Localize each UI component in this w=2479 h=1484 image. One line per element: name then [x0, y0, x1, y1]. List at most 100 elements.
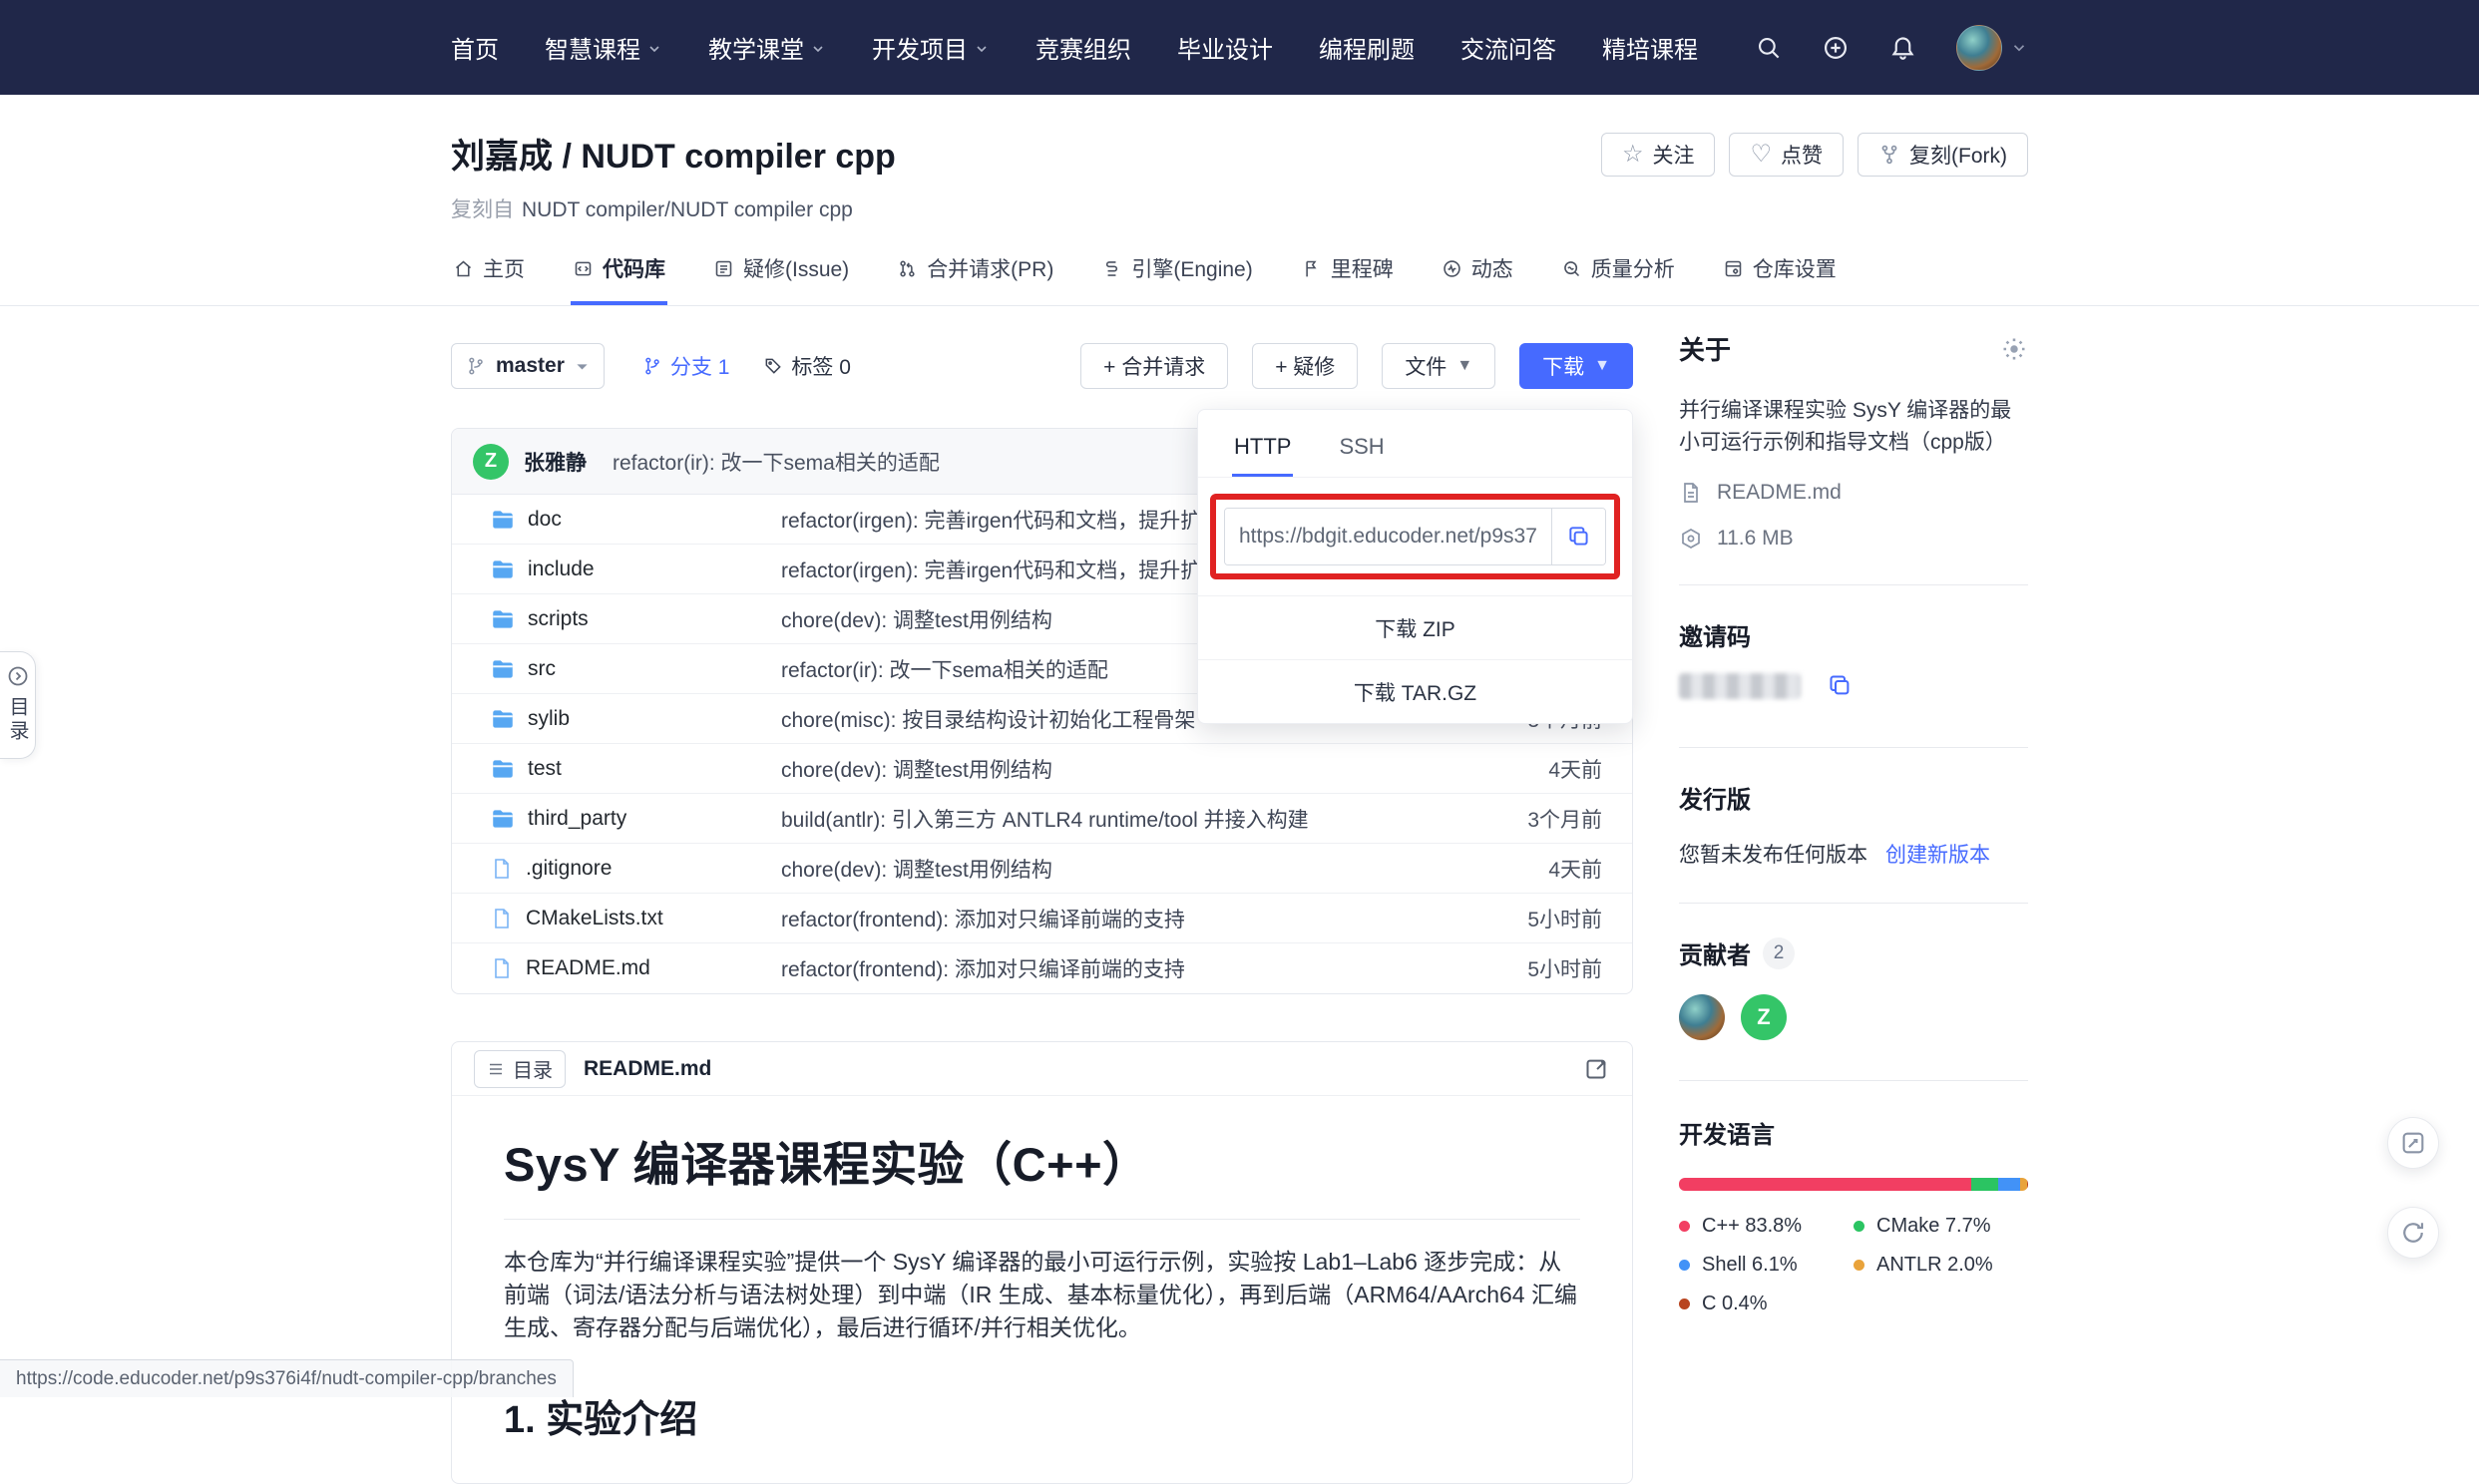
download-targz-item[interactable]: 下载 TAR.GZ	[1198, 659, 1632, 723]
avatar[interactable]: Z	[1741, 994, 1787, 1040]
branch-selector[interactable]: master	[451, 343, 605, 389]
user-menu[interactable]	[1956, 25, 2028, 71]
releases-empty-text: 您暂未发布任何版本	[1679, 839, 1867, 869]
download-tab-ssh[interactable]: SSH	[1337, 424, 1386, 477]
feedback-icon	[2399, 1129, 2427, 1157]
activity-icon	[1442, 258, 1462, 279]
repo-description: 并行编译课程实验 SysY 编译器的最小可运行示例和指导文档（cpp版）	[1679, 395, 2028, 459]
toc-button[interactable]: 目录	[474, 1050, 566, 1088]
table-row[interactable]: CMakeLists.txt refactor(frontend): 添加对只编…	[452, 894, 1632, 943]
nav-item-smart-courses[interactable]: 智慧课程	[545, 30, 662, 65]
refresh-button[interactable]	[2387, 1207, 2439, 1259]
tab-home[interactable]: 主页	[451, 253, 527, 305]
file-commit-time: 5小时前	[1482, 904, 1632, 933]
copy-icon[interactable]	[1827, 672, 1854, 699]
tab-milestones[interactable]: 里程碑	[1299, 253, 1396, 305]
quality-analysis-icon	[1561, 258, 1582, 279]
file-name[interactable]: .gitignore	[526, 857, 612, 881]
file-commit-message[interactable]: chore(dev): 调整test用例结构	[781, 854, 1482, 884]
download-tab-http[interactable]: HTTP	[1232, 424, 1293, 477]
file-name[interactable]: include	[528, 557, 595, 581]
nav-item-competitions[interactable]: 竞赛组织	[1035, 30, 1131, 65]
table-row[interactable]: third_party build(antlr): 引入第三方 ANTLR4 r…	[452, 794, 1632, 844]
chevron-down-icon	[575, 359, 590, 374]
tab-engine[interactable]: 引擎(Engine)	[1099, 253, 1254, 305]
link-preview-statusbar: https://code.educoder.net/p9s376i4f/nudt…	[0, 1359, 574, 1397]
file-name[interactable]: sylib	[528, 707, 570, 731]
top-navbar: 首页 智慧课程 教学课堂 开发项目 竞赛组织 毕业设计 编程刷题 交流问答 精培…	[0, 0, 2479, 95]
nav-item-teaching[interactable]: 教学课堂	[708, 30, 826, 65]
gear-icon[interactable]	[2000, 335, 2028, 363]
tab-issues[interactable]: 疑修(Issue)	[711, 253, 851, 305]
nav-item-coding-practice[interactable]: 编程刷题	[1319, 30, 1415, 65]
file-icon	[490, 857, 514, 881]
repo-tabs: 主页 代码库 疑修(Issue) 合并请求(PR) 引擎(Engine) 里程碑…	[451, 253, 2028, 305]
sidebar: 关于 并行编译课程实验 SysY 编译器的最小可运行示例和指导文档（cpp版） …	[1679, 306, 2028, 1484]
clone-url-input[interactable]	[1225, 509, 1551, 564]
chevron-down-icon	[810, 41, 826, 57]
branches-link[interactable]: 分支 1	[642, 351, 730, 381]
file-name[interactable]: src	[528, 657, 556, 681]
language-item: C 0.4%	[1679, 1293, 1854, 1315]
nav-item-graduation[interactable]: 毕业设计	[1177, 30, 1273, 65]
bell-icon[interactable]	[1889, 34, 1916, 61]
forked-from-link[interactable]: NUDT compiler/NUDT compiler cpp	[522, 198, 853, 221]
commit-author[interactable]: 张雅静	[524, 447, 587, 477]
search-icon[interactable]	[1755, 34, 1782, 61]
tab-activity[interactable]: 动态	[1440, 253, 1515, 305]
readme-link[interactable]: README.md	[1679, 481, 2028, 505]
file-commit-message[interactable]: build(antlr): 引入第三方 ANTLR4 runtime/tool …	[781, 804, 1482, 834]
tab-code[interactable]: 代码库	[571, 253, 667, 305]
create-release-link[interactable]: 创建新版本	[1885, 839, 1990, 869]
download-zip-item[interactable]: 下载 ZIP	[1198, 595, 1632, 659]
tab-quality[interactable]: 质量分析	[1559, 253, 1677, 305]
copy-url-button[interactable]	[1551, 509, 1605, 564]
file-name[interactable]: test	[528, 757, 562, 781]
commit-message[interactable]: refactor(ir): 改一下sema相关的适配	[613, 447, 940, 477]
avatar[interactable]	[1679, 994, 1725, 1040]
table-row[interactable]: test chore(dev): 调整test用例结构 4天前	[452, 744, 1632, 794]
file-name[interactable]: CMakeLists.txt	[526, 907, 663, 930]
watch-button[interactable]: ☆关注	[1601, 133, 1716, 177]
file-commit-message[interactable]: refactor(frontend): 添加对只编译前端的支持	[781, 953, 1482, 983]
new-issue-button[interactable]: + 疑修	[1252, 343, 1358, 389]
nav-item-qa[interactable]: 交流问答	[1460, 30, 1556, 65]
file-commit-time: 4天前	[1482, 854, 1632, 884]
tab-pull-requests[interactable]: 合并请求(PR)	[895, 253, 1055, 305]
feedback-button[interactable]	[2387, 1117, 2439, 1169]
nav-item-home[interactable]: 首页	[451, 30, 499, 65]
fork-icon	[1878, 144, 1900, 166]
annotation-highlight-box	[1210, 494, 1620, 579]
file-commit-message[interactable]: chore(dev): 调整test用例结构	[781, 754, 1482, 784]
table-row[interactable]: .gitignore chore(dev): 调整test用例结构 4天前	[452, 844, 1632, 894]
folder-icon	[490, 656, 516, 682]
file-commit-message[interactable]: refactor(frontend): 添加对只编译前端的支持	[781, 904, 1482, 933]
file-menu-button[interactable]: 文件▼	[1382, 343, 1495, 389]
nav-item-training[interactable]: 精培课程	[1602, 30, 1698, 65]
copy-icon	[1566, 524, 1592, 550]
table-row[interactable]: README.md refactor(frontend): 添加对只编译前端的支…	[452, 943, 1632, 993]
refresh-icon	[2399, 1219, 2427, 1247]
avatar[interactable]	[1956, 25, 2002, 71]
tab-settings[interactable]: 仓库设置	[1721, 253, 1839, 305]
fork-button[interactable]: 复刻(Fork)	[1858, 133, 2028, 177]
repo-toolbar: master 分支 1 标签 0 + 合并请求 + 疑修 文件▼ 下载▼	[451, 343, 1633, 389]
folder-icon	[490, 606, 516, 632]
download-button[interactable]: 下载▼	[1519, 343, 1633, 389]
like-button[interactable]: ♡点赞	[1729, 133, 1844, 177]
nav-item-dev-projects[interactable]: 开发项目	[872, 30, 990, 65]
edit-icon[interactable]	[1583, 1055, 1610, 1082]
home-icon	[453, 258, 474, 279]
file-name[interactable]: third_party	[528, 807, 626, 831]
circle-chevron-right-icon	[6, 664, 30, 688]
caret-down-icon: ▼	[1456, 357, 1472, 375]
new-pr-button[interactable]: + 合并请求	[1080, 343, 1228, 389]
avatar[interactable]: Z	[473, 444, 509, 480]
plus-circle-icon[interactable]	[1822, 34, 1850, 62]
file-name[interactable]: doc	[528, 508, 562, 532]
file-name[interactable]: scripts	[528, 607, 589, 631]
file-name[interactable]: README.md	[526, 956, 650, 980]
file-commit-time: 4天前	[1482, 754, 1632, 784]
toc-float-tab[interactable]: 目录	[0, 651, 36, 759]
tags-link[interactable]: 标签 0	[763, 351, 851, 381]
